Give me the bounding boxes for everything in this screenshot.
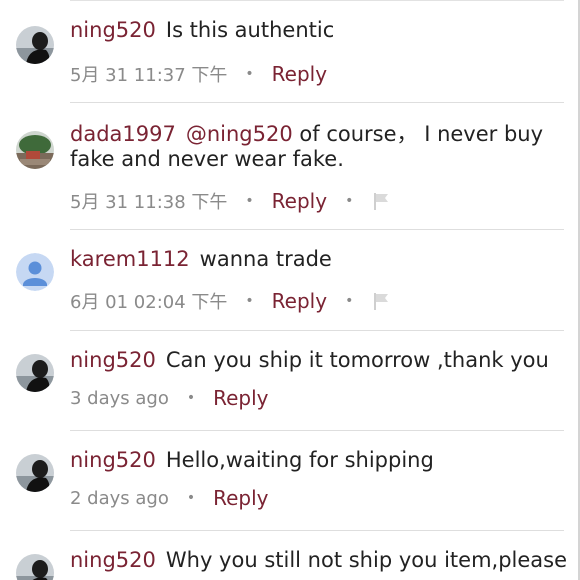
comment-text: Hello,waiting for shipping — [165, 448, 434, 472]
reply-button[interactable]: Reply — [272, 189, 327, 213]
flag-icon[interactable] — [371, 291, 391, 311]
avatar-silhouette-icon — [16, 554, 54, 580]
separator-dot: • — [186, 490, 196, 506]
comment-timestamp: 5月 31 11:38 下午 — [70, 192, 228, 213]
comment-item: ning520 Is this authentic 5月 31 11:37 下午 … — [0, 0, 580, 103]
comment-text: Can you ship it tomorrow ,thank you — [165, 348, 549, 372]
comment-timestamp: 5月 31 11:37 下午 — [70, 65, 228, 86]
comment-item: dada1997 @ning520 of course， I never buy … — [0, 103, 580, 230]
comment-item: ning520 Can you ship it tomorrow ,thank y… — [0, 331, 580, 431]
flag-icon[interactable] — [371, 191, 391, 211]
comment-timestamp: 6月 01 02:04 下午 — [70, 292, 228, 313]
user-avatar[interactable] — [16, 454, 54, 492]
comment-item: ning520 Why you still not ship you item,p… — [0, 531, 580, 580]
avatar-silhouette-icon — [16, 454, 54, 492]
avatar-silhouette-icon — [16, 26, 54, 64]
comment-timestamp: 2 days ago — [70, 487, 169, 509]
comment-text: wanna trade — [199, 247, 332, 271]
separator-dot: • — [345, 293, 354, 309]
user-avatar[interactable] — [16, 26, 54, 64]
user-avatar[interactable] — [16, 253, 54, 291]
reply-button[interactable]: Reply — [213, 486, 268, 510]
separator-dot: • — [245, 293, 254, 309]
comment-text: Why you still not ship you item,please — [165, 548, 568, 572]
comments-screen: ning520 Is this authentic 5月 31 11:37 下午 … — [0, 0, 580, 580]
reply-button[interactable]: Reply — [272, 62, 327, 86]
separator-dot: • — [245, 193, 254, 209]
reply-button[interactable]: Reply — [272, 289, 327, 313]
comment-text: Is this authentic — [165, 18, 335, 42]
comment-timestamp: 3 days ago — [70, 387, 169, 409]
default-user-icon — [16, 253, 54, 291]
comment-username[interactable]: dada1997 — [70, 122, 176, 146]
comment-username[interactable]: ning520 — [70, 548, 156, 572]
separator-dot: • — [245, 66, 254, 82]
comment-username[interactable]: ning520 — [70, 18, 156, 42]
avatar-silhouette-icon — [16, 354, 54, 392]
separator-dot: • — [186, 390, 196, 406]
mention-link[interactable]: @ning520 — [186, 122, 293, 146]
comment-username[interactable]: karem1112 — [70, 247, 190, 271]
user-avatar[interactable] — [16, 354, 54, 392]
comment-username[interactable]: ning520 — [70, 348, 156, 372]
comment-item: ning520 Hello,waiting for shipping 2 days… — [0, 431, 580, 531]
comment-item: karem1112 wanna trade 6月 01 02:04 下午 • Re… — [0, 230, 580, 331]
comment-username[interactable]: ning520 — [70, 448, 156, 472]
user-avatar[interactable] — [16, 131, 54, 169]
reply-button[interactable]: Reply — [213, 386, 268, 410]
avatar-landscape-icon — [16, 131, 54, 169]
separator-dot: • — [345, 193, 354, 209]
user-avatar[interactable] — [16, 554, 54, 580]
